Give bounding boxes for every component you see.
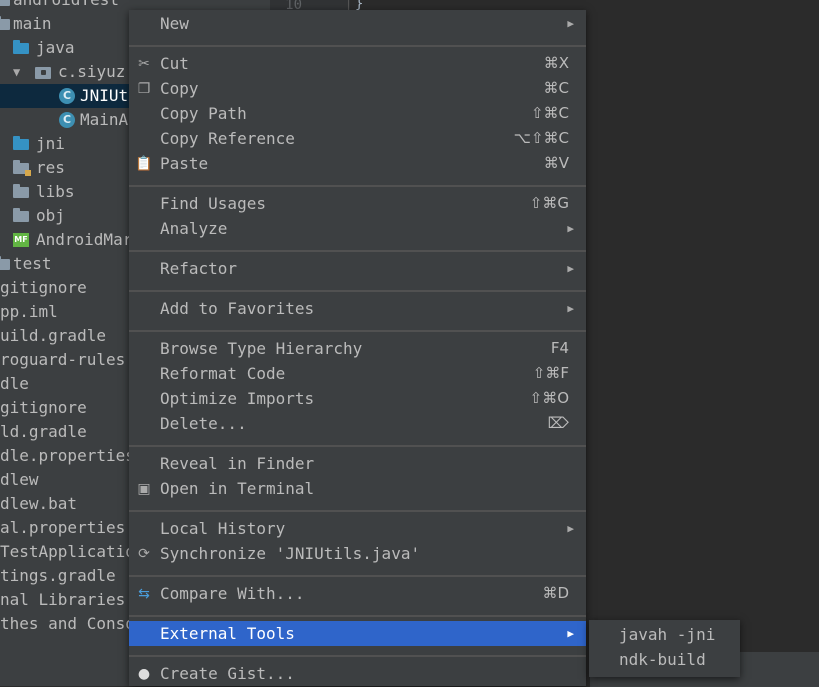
menu-separator (129, 510, 586, 512)
menu-separator (129, 250, 586, 252)
class-icon: C (59, 88, 75, 104)
menu-separator (129, 575, 586, 577)
submenu-arrow-icon: ▶ (567, 522, 574, 535)
menu-separator (129, 655, 586, 657)
menu-separator (129, 290, 586, 292)
menu-item-refactor[interactable]: Refactor ▶ (129, 256, 586, 281)
submenu-arrow-icon: ▶ (567, 627, 574, 640)
menu-separator (129, 445, 586, 447)
menu-separator (129, 615, 586, 617)
folder-icon (0, 256, 10, 270)
folder-icon (13, 136, 29, 150)
terminal-icon: ▣ (137, 481, 151, 497)
menu-item-copy-path[interactable]: Copy Path ⇧⌘C (129, 101, 586, 126)
menu-item-local-history[interactable]: Local History ▶ (129, 516, 586, 541)
resources-folder-icon (13, 160, 31, 176)
context-menu: New ▶ ✂ Cut ⌘X ❐ Copy ⌘C Copy Path ⇧⌘C C… (129, 10, 586, 686)
external-tools-submenu: javah -jni ndk-build (589, 620, 740, 677)
menu-item-cut[interactable]: ✂ Cut ⌘X (129, 51, 586, 76)
submenu-item-ndk-build[interactable]: ndk-build (589, 647, 740, 672)
menu-item-copy-reference[interactable]: Copy Reference ⌥⇧⌘C (129, 126, 586, 151)
package-icon (35, 67, 51, 79)
menu-item-compare-with[interactable]: ⇆ Compare With... ⌘D (129, 581, 586, 606)
menu-separator (129, 185, 586, 187)
submenu-arrow-icon: ▶ (567, 17, 574, 30)
menu-item-copy[interactable]: ❐ Copy ⌘C (129, 76, 586, 101)
menu-item-synchronize[interactable]: ⟳ Synchronize 'JNIUtils.java' (129, 541, 586, 566)
submenu-item-javah[interactable]: javah -jni (589, 622, 740, 647)
menu-item-reveal-in-finder[interactable]: Reveal in Finder (129, 451, 586, 476)
class-icon: C (59, 112, 75, 128)
expand-arrow-icon[interactable]: ▼ (13, 60, 20, 84)
menu-item-external-tools[interactable]: External Tools ▶ (129, 621, 586, 646)
menu-item-browse-type-hierarchy[interactable]: Browse Type Hierarchy F4 (129, 336, 586, 361)
folder-icon (0, 0, 10, 6)
menu-item-open-in-terminal[interactable]: ▣ Open in Terminal (129, 476, 586, 501)
menu-item-optimize-imports[interactable]: Optimize Imports ⇧⌘O (129, 386, 586, 411)
menu-item-reformat-code[interactable]: Reformat Code ⇧⌘F (129, 361, 586, 386)
menu-item-analyze[interactable]: Analyze ▶ (129, 216, 586, 241)
menu-item-delete[interactable]: Delete... ⌦ (129, 411, 586, 436)
menu-item-paste[interactable]: 📋 Paste ⌘V (129, 151, 586, 176)
submenu-arrow-icon: ▶ (567, 222, 574, 235)
folder-icon (13, 184, 29, 198)
menu-item-create-gist[interactable]: ● Create Gist... (129, 661, 586, 686)
folder-icon (13, 40, 29, 54)
folder-icon (13, 208, 29, 222)
menu-item-add-to-favorites[interactable]: Add to Favorites ▶ (129, 296, 586, 321)
clipboard-icon: 📋 (135, 156, 153, 172)
copy-icon: ❐ (137, 81, 151, 97)
sync-icon: ⟳ (138, 546, 150, 562)
menu-separator (129, 45, 586, 47)
submenu-arrow-icon: ▶ (567, 302, 574, 315)
menu-separator (129, 330, 586, 332)
scissors-icon: ✂ (138, 56, 150, 72)
github-icon: ● (137, 666, 151, 682)
compare-icon: ⇆ (138, 586, 150, 602)
menu-item-new[interactable]: New ▶ (129, 11, 586, 36)
folder-icon (0, 16, 10, 30)
menu-item-find-usages[interactable]: Find Usages ⇧⌘G (129, 191, 586, 216)
manifest-icon: MF (13, 233, 29, 247)
submenu-arrow-icon: ▶ (567, 262, 574, 275)
